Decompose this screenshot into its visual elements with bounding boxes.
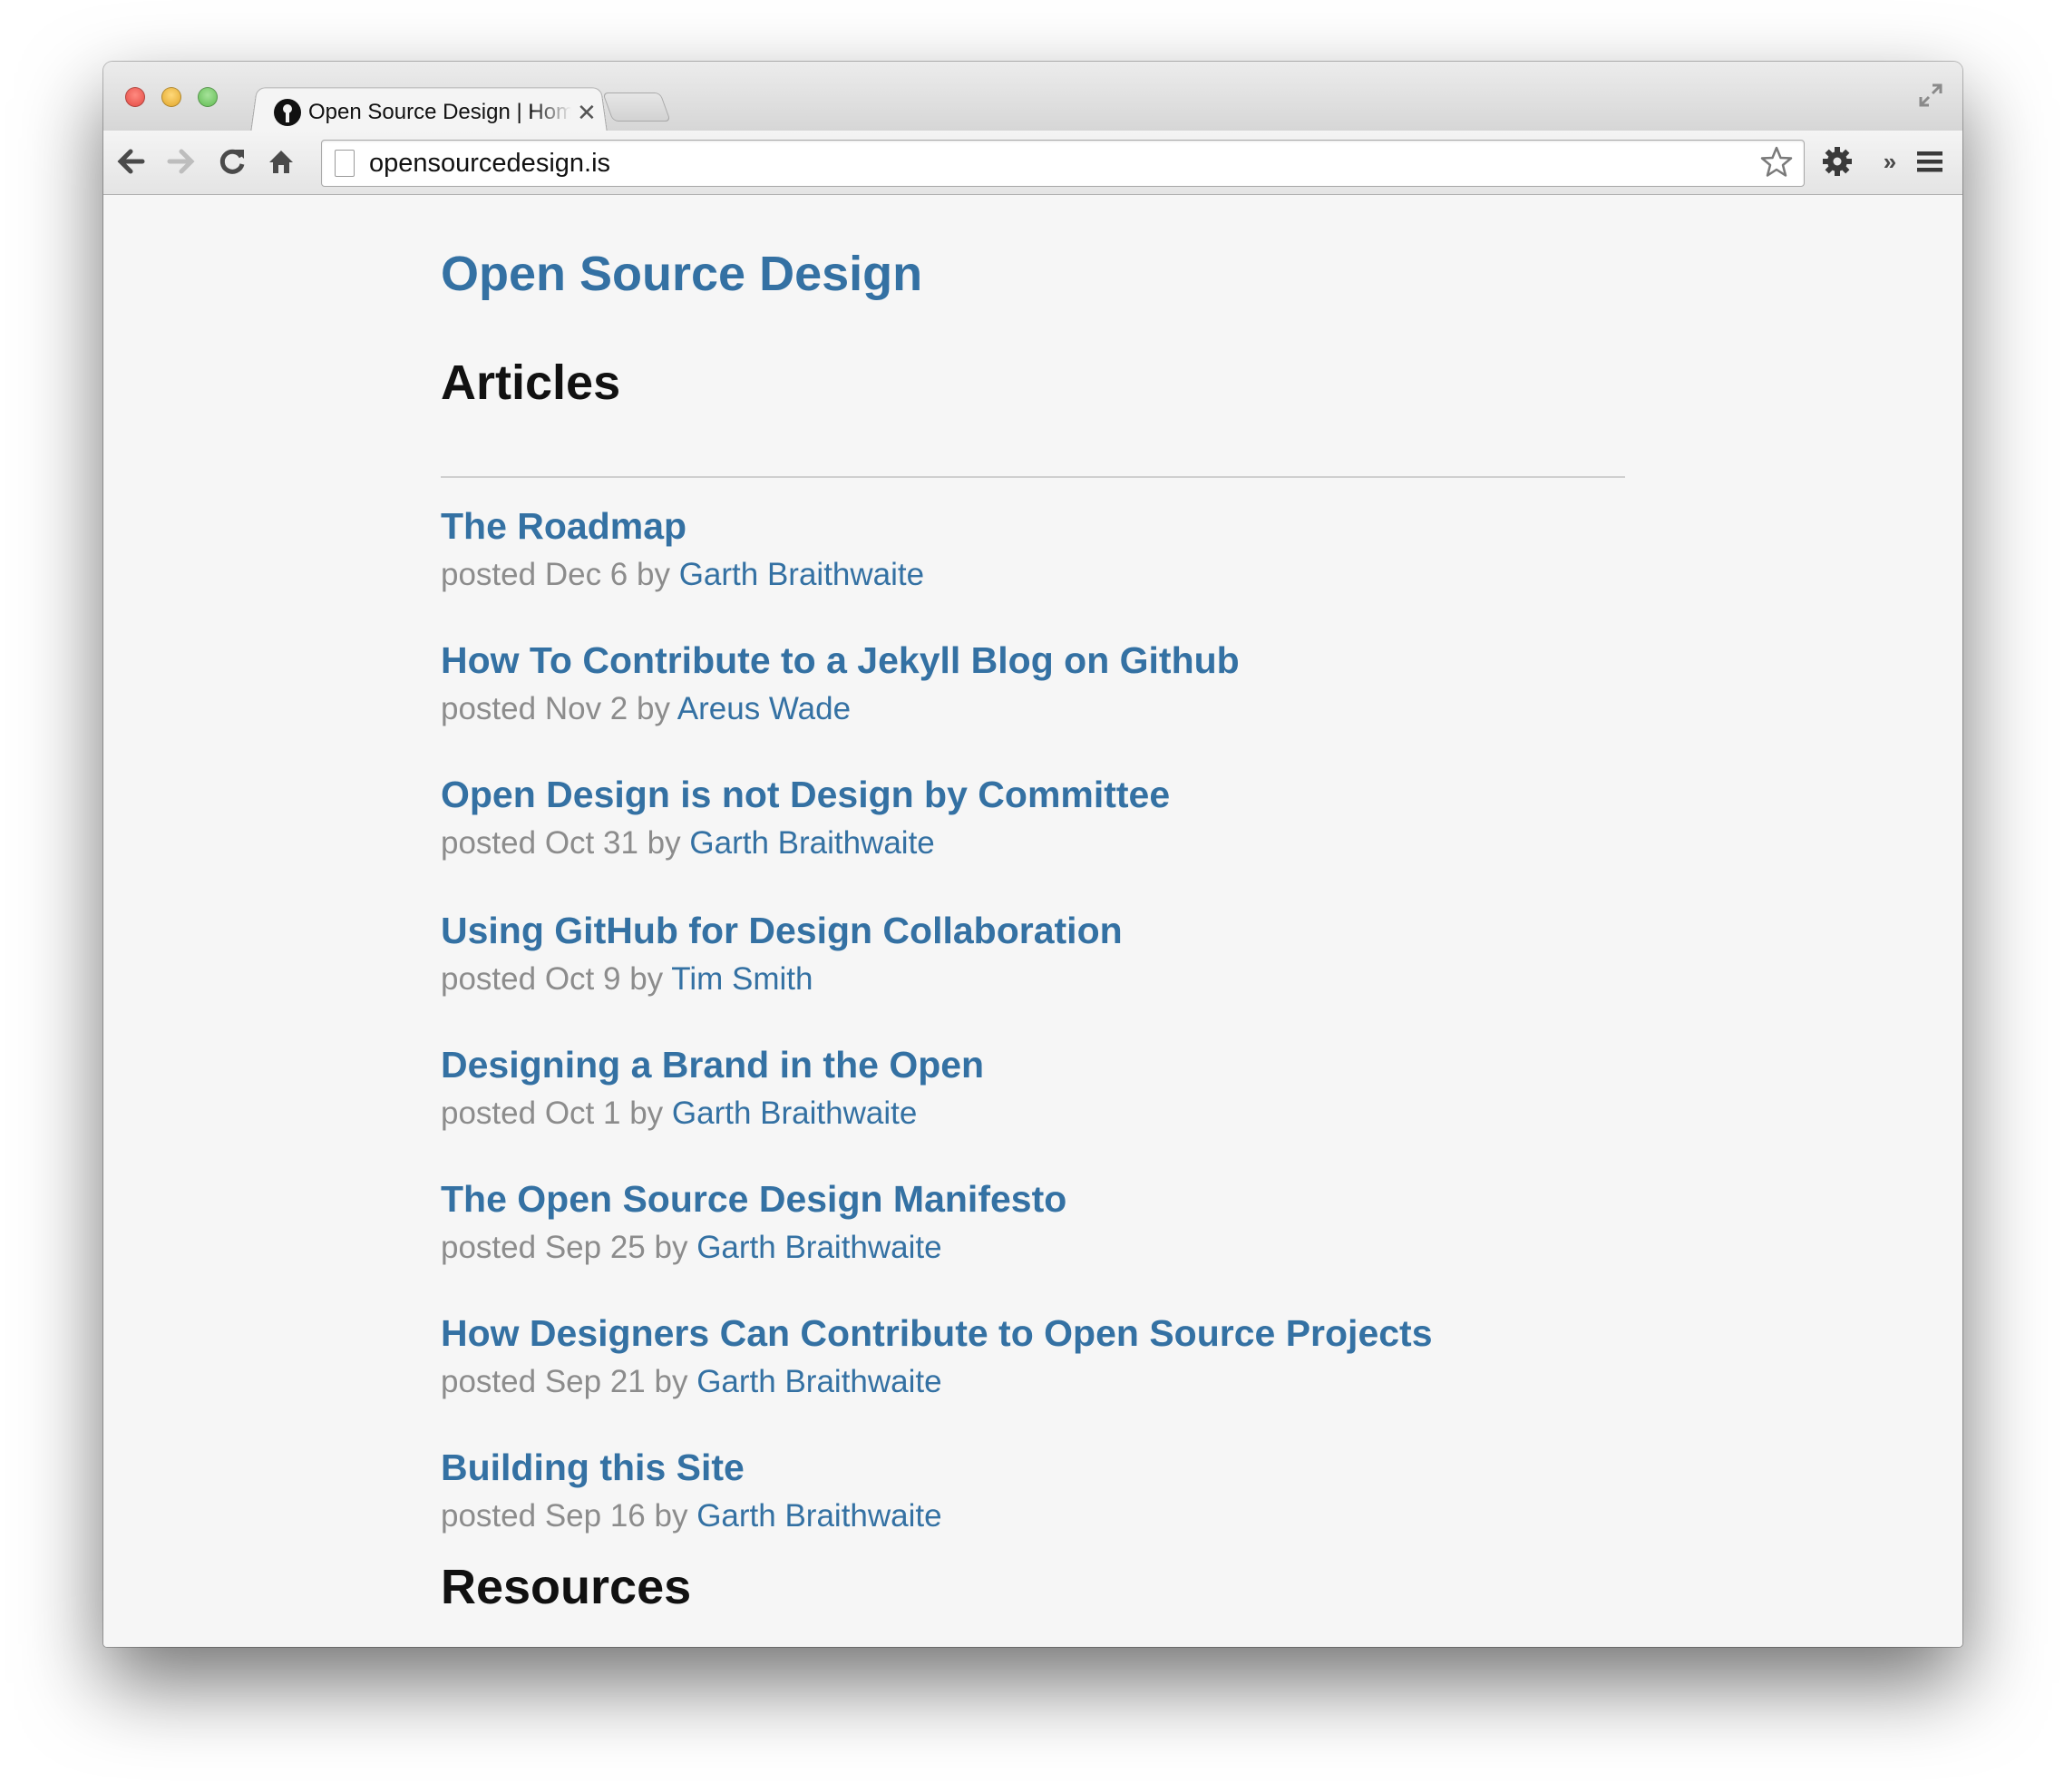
by-label: by — [629, 961, 664, 997]
article-meta: posted Dec 6 by Garth Braithwaite — [441, 552, 1625, 598]
article-title-link[interactable]: The Open Source Design Manifesto — [441, 1176, 1625, 1222]
posted-label: posted — [441, 1096, 537, 1131]
article-meta: posted Oct 31 by Garth Braithwaite — [441, 821, 1625, 866]
home-icon[interactable] — [263, 143, 299, 180]
article-meta: posted Oct 9 by Tim Smith — [441, 957, 1625, 1002]
close-window-button[interactable] — [125, 87, 145, 107]
article-title-link[interactable]: Building this Site — [441, 1445, 1625, 1490]
article-item: Building this Site posted Sep 16 by Gart… — [441, 1445, 1625, 1539]
minimize-window-button[interactable] — [161, 87, 181, 107]
article-date: Sep 21 — [544, 1364, 646, 1399]
tab-title: Open Source Design | Home — [308, 100, 571, 124]
article-item: Using GitHub for Design Collaboration po… — [441, 908, 1625, 1002]
back-arrow-icon[interactable] — [112, 143, 149, 180]
reload-icon[interactable] — [214, 143, 250, 180]
site-title-link[interactable]: Open Source Design — [441, 246, 922, 302]
article-item: The Roadmap posted Dec 6 by Garth Braith… — [441, 503, 1625, 598]
article-meta: posted Sep 16 by Garth Braithwaite — [441, 1494, 1625, 1539]
site-favicon-icon — [274, 99, 301, 126]
posted-label: posted — [441, 1230, 537, 1265]
article-meta: posted Nov 2 by Areus Wade — [441, 687, 1625, 732]
author-link[interactable]: Garth Braithwaite — [696, 1498, 941, 1534]
posted-label: posted — [441, 557, 537, 592]
posted-label: posted — [441, 1498, 537, 1534]
hamburger-menu-icon[interactable] — [1912, 143, 1948, 180]
article-date: Oct 31 — [544, 825, 638, 861]
browser-toolbar: opensourcedesign.is » — [103, 131, 1962, 195]
bookmark-star-icon[interactable] — [1758, 142, 1795, 191]
url-text[interactable]: opensourcedesign.is — [369, 149, 610, 179]
author-link[interactable]: Garth Braithwaite — [689, 825, 934, 861]
web-page: Open Source Design Articles The Roadmap … — [103, 195, 1962, 1647]
article-item: Open Design is not Design by Committee p… — [441, 772, 1625, 866]
article-date: Sep 25 — [544, 1230, 646, 1265]
new-tab-button[interactable] — [602, 93, 671, 122]
browser-window: Open Source Design | Home ✕ opensourcede… — [103, 62, 1962, 1647]
posted-label: posted — [441, 825, 537, 861]
article-date: Nov 2 — [544, 691, 628, 726]
author-link[interactable]: Garth Braithwaite — [696, 1230, 941, 1265]
articles-heading: Articles — [441, 355, 621, 410]
posted-label: posted — [441, 961, 537, 997]
author-link[interactable]: Garth Braithwaite — [679, 557, 924, 592]
article-date: Oct 9 — [544, 961, 621, 997]
author-link[interactable]: Tim Smith — [671, 961, 813, 997]
posted-label: posted — [441, 1364, 537, 1399]
author-link[interactable]: Garth Braithwaite — [696, 1364, 941, 1399]
article-title-link[interactable]: How Designers Can Contribute to Open Sou… — [441, 1310, 1625, 1356]
article-title-link[interactable]: How To Contribute to a Jekyll Blog on Gi… — [441, 638, 1625, 683]
author-link[interactable]: Garth Braithwaite — [672, 1096, 917, 1131]
by-label: by — [637, 557, 670, 592]
tab-strip: Open Source Design | Home ✕ — [103, 62, 1962, 133]
article-title-link[interactable]: Open Design is not Design by Committee — [441, 772, 1625, 817]
by-label: by — [647, 825, 681, 861]
resources-heading: Resources — [441, 1560, 692, 1614]
by-label: by — [637, 691, 670, 726]
article-item: How To Contribute to a Jekyll Blog on Gi… — [441, 638, 1625, 732]
article-item: The Open Source Design Manifesto posted … — [441, 1176, 1625, 1271]
by-label: by — [629, 1096, 664, 1131]
chevron-double-right-icon[interactable]: » — [1872, 143, 1908, 180]
browser-tab-content[interactable]: Open Source Design | Home ✕ — [263, 94, 599, 131]
article-meta: posted Oct 1 by Garth Braithwaite — [441, 1091, 1625, 1136]
heading-divider — [441, 476, 1625, 478]
tab-close-icon[interactable]: ✕ — [577, 99, 597, 127]
article-title-link[interactable]: Designing a Brand in the Open — [441, 1042, 1625, 1087]
author-link[interactable]: Areus Wade — [677, 691, 851, 726]
article-title-link[interactable]: Using GitHub for Design Collaboration — [441, 908, 1625, 953]
posted-label: posted — [441, 691, 537, 726]
article-date: Oct 1 — [544, 1096, 621, 1131]
by-label: by — [654, 1364, 688, 1399]
article-meta: posted Sep 25 by Garth Braithwaite — [441, 1225, 1625, 1271]
zoom-window-button[interactable] — [198, 87, 218, 107]
article-item: Designing a Brand in the Open posted Oct… — [441, 1042, 1625, 1136]
by-label: by — [654, 1230, 688, 1265]
forward-arrow-icon[interactable] — [163, 143, 200, 180]
gear-icon[interactable] — [1819, 143, 1855, 180]
article-title-link[interactable]: The Roadmap — [441, 503, 1625, 549]
article-date: Dec 6 — [544, 557, 628, 592]
article-item: How Designers Can Contribute to Open Sou… — [441, 1310, 1625, 1405]
article-meta: posted Sep 21 by Garth Braithwaite — [441, 1359, 1625, 1405]
page-icon — [335, 150, 355, 177]
article-date: Sep 16 — [544, 1498, 646, 1534]
by-label: by — [654, 1498, 688, 1534]
address-bar[interactable]: opensourcedesign.is — [321, 140, 1805, 187]
fullscreen-icon[interactable] — [1917, 82, 1944, 109]
